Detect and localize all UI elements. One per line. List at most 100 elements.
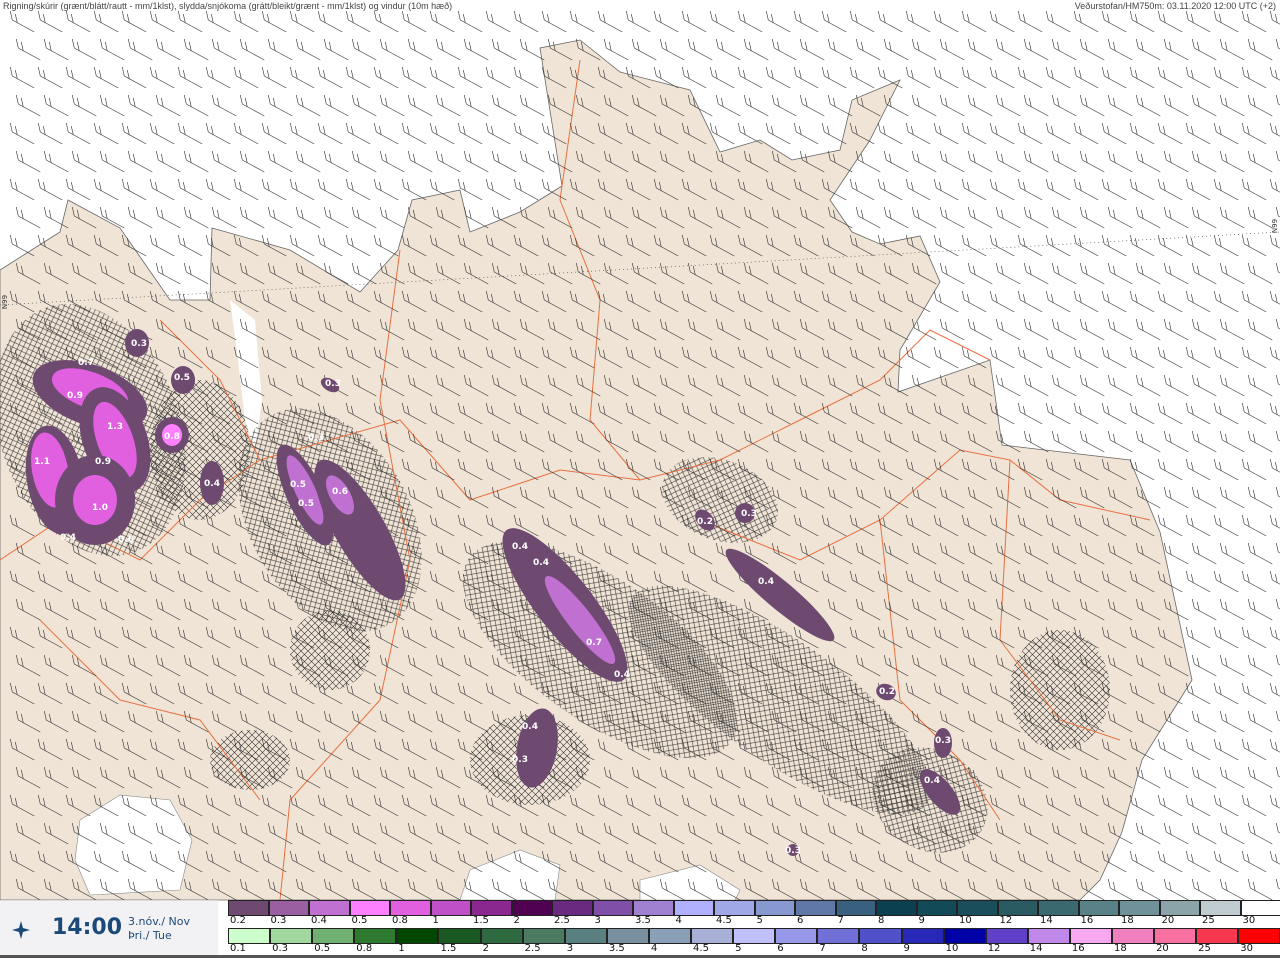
legend-label: 6 (777, 943, 784, 954)
legend-swatch (430, 900, 471, 916)
legend-swatch (957, 900, 998, 916)
legend-swatch (1119, 900, 1160, 916)
contour-label: 0.3 (325, 379, 341, 389)
legend-label: 8 (878, 915, 885, 926)
snow-legend-colors (228, 900, 1280, 916)
legend-label: 12 (999, 915, 1013, 926)
legend-swatch (733, 928, 776, 944)
legend-swatch (438, 928, 481, 944)
legend-swatch (564, 928, 607, 944)
contour-label: 0.8 (164, 432, 180, 442)
wind-compass-icon[interactable] (10, 919, 32, 941)
legend-label: 25 (1198, 943, 1211, 954)
contour-label: 0.4 (614, 670, 630, 680)
contour-label: 0.9 (95, 457, 111, 467)
legend-label: 25 (1202, 915, 1215, 926)
legend-swatch (1027, 928, 1070, 944)
contour-label: 0.9 (67, 391, 83, 401)
contour-label: 0.4 (60, 533, 76, 543)
time-panel: 14:00 3.nóv./ Nov Þri./ Tue (0, 900, 218, 956)
legend-label: 10 (945, 943, 959, 954)
legend-label: 5 (756, 915, 763, 926)
legend-swatch (1196, 928, 1239, 944)
legend-label: 7 (819, 943, 826, 954)
contour-label: 0.2 (879, 687, 895, 697)
date-line: 3.nóv./ Nov (128, 915, 191, 928)
contour-label: 0.4 (758, 577, 774, 587)
legend-swatch (648, 928, 692, 944)
legend-swatch (901, 928, 944, 944)
legend-swatch (228, 900, 269, 916)
legend-swatch (997, 900, 1038, 916)
color-legend: 0.2 0.3 0.4 0.5 0.8 1 1.5 2 2.5 3 3.5 4 4.5 5 6 7 8 9 10 12… (228, 900, 1280, 955)
legend-swatch (1111, 928, 1155, 944)
legend-label: 4.5 (716, 915, 732, 926)
legend-label: 4.5 (693, 943, 709, 954)
legend-swatch (592, 900, 633, 916)
legend-label: 0.1 (230, 943, 246, 954)
legend-swatch (1038, 900, 1079, 916)
legend-label: 1.5 (473, 915, 489, 926)
legend-label: 0.3 (272, 943, 288, 954)
legend-swatch (817, 928, 860, 944)
legend-label: 3.5 (608, 943, 625, 954)
legend-label: 18 (1113, 943, 1127, 954)
legend-label: 9 (918, 915, 925, 926)
legend-swatch (1240, 900, 1280, 916)
legend-label: 14 (1040, 915, 1053, 926)
legend-label: 12 (987, 943, 1001, 954)
legend-label: 2 (482, 943, 489, 954)
contour-label: 0.6 (332, 487, 348, 497)
legend-label: 2.5 (524, 943, 541, 954)
contour-label: 0.5 (290, 480, 306, 490)
legend-swatch (943, 928, 986, 944)
weekday-line: Þri./ Tue (128, 929, 172, 942)
legend-swatch (859, 928, 902, 944)
legend-label: 1 (398, 943, 405, 954)
contour-label: 1.3 (107, 422, 123, 432)
legend-label: 4 (650, 943, 658, 954)
legend-label: 8 (861, 943, 868, 954)
legend-swatch (754, 900, 795, 916)
legend-label: 0.2 (230, 915, 246, 926)
legend-swatch (673, 900, 714, 916)
legend-swatch (1069, 928, 1112, 944)
legend-swatch (1200, 900, 1241, 916)
legend-label: 0.3 (270, 915, 287, 926)
contour-label: 0.5 (298, 499, 314, 509)
legend-label: 20 (1161, 915, 1175, 926)
contour-label: 0.4 (204, 479, 220, 489)
legend-label: 30 (1242, 915, 1256, 926)
contour-label: 0.4 (512, 542, 528, 552)
contour-label: 1.0 (92, 503, 108, 513)
legend-swatch (522, 928, 565, 944)
legend-swatch (691, 928, 734, 944)
legend-label: 30 (1240, 943, 1253, 954)
legend-label: 18 (1121, 915, 1134, 926)
legend-label: 3.5 (635, 915, 651, 926)
contour-label: 0.7 (78, 358, 94, 368)
hatch-area (210, 730, 290, 790)
contour-label: 0.7 (586, 638, 602, 648)
legend-swatch (876, 900, 917, 916)
contour-label: 0.3 (308, 433, 324, 443)
legend-swatch (916, 900, 957, 916)
legend-swatch (228, 928, 271, 944)
legend-label: 1.5 (440, 943, 457, 954)
legend-label: 9 (903, 943, 910, 954)
rain-legend-colors (228, 928, 1280, 944)
precip-contour (73, 475, 117, 525)
legend-label: 0.5 (351, 915, 368, 926)
legend-swatch (354, 928, 397, 944)
legend-swatch (633, 900, 674, 916)
snow-legend-labels: 0.2 0.3 0.4 0.5 0.8 1 1.5 2 2.5 3 3.5 4 4.5 5 6 7 8 9 10 12… (228, 915, 1280, 926)
legend-label: 0.5 (314, 943, 331, 954)
legend-label: 2 (513, 915, 520, 926)
legend-swatch (471, 900, 512, 916)
rain-legend-labels: 0.1 0.3 0.5 0.8 1 1.5 2 2.5 3 3.5 4 4.5 5 6 7 8 9 10 12 14 1… (228, 943, 1280, 954)
legend-label: 2.5 (554, 915, 570, 926)
legend-swatch (606, 928, 649, 944)
contour-label: 0.2 (697, 517, 713, 527)
contour-label: 0.3 (512, 755, 528, 765)
legend-label: 0.4 (311, 915, 327, 926)
